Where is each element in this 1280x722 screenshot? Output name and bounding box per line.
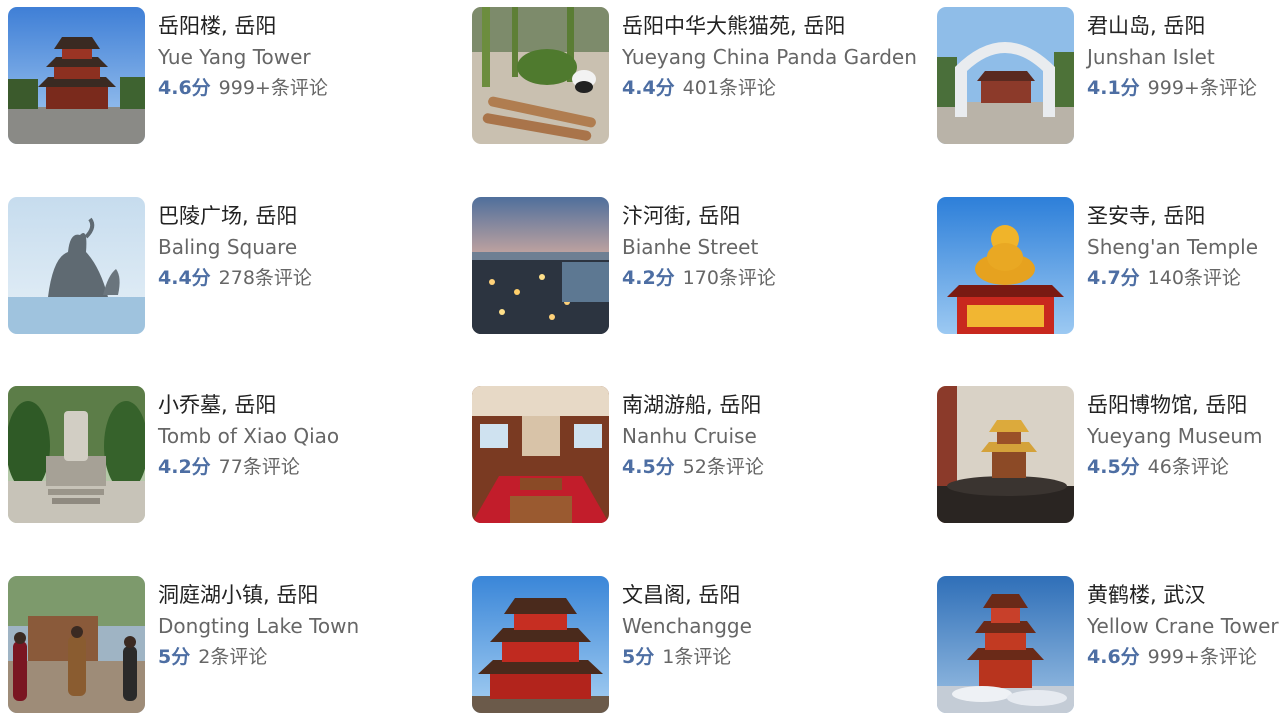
yueyang-tower-image[interactable] bbox=[8, 7, 145, 144]
panda-garden-image[interactable] bbox=[472, 7, 609, 144]
attraction-name-cn: 汴河街, 岳阳 bbox=[622, 204, 741, 228]
rating-score: 4.2分 bbox=[158, 456, 211, 478]
attraction-card[interactable]: 洞庭湖小镇, 岳阳 Dongting Lake Town 5分 2条评论 bbox=[8, 576, 408, 716]
attraction-name-en: Baling Square bbox=[158, 235, 298, 259]
attraction-info: 黄鹤楼, 武汉 Yellow Crane Tower 4.6分 999+条评论 bbox=[1087, 580, 1280, 673]
attraction-name-en: Sheng'an Temple bbox=[1087, 235, 1258, 259]
attraction-grid: 岳阳楼, 岳阳 Yue Yang Tower 4.6分 999+条评论 岳阳中华大… bbox=[0, 0, 1280, 722]
yueyang-museum-image[interactable] bbox=[937, 386, 1074, 523]
rating-score: 5分 bbox=[622, 646, 655, 668]
attraction-name-cn: 岳阳中华大熊猫苑, 岳阳 bbox=[622, 14, 846, 38]
attraction-card[interactable]: 君山岛, 岳阳 Junshan Islet 4.1分 999+条评论 bbox=[937, 7, 1280, 147]
attraction-card[interactable]: 圣安寺, 岳阳 Sheng'an Temple 4.7分 140条评论 bbox=[937, 197, 1280, 337]
rating-score: 4.5分 bbox=[1087, 456, 1140, 478]
attraction-info: 南湖游船, 岳阳 Nanhu Cruise 4.5分 52条评论 bbox=[622, 390, 942, 483]
attraction-name-cn: 巴陵广场, 岳阳 bbox=[158, 204, 298, 228]
attraction-name-en: Yueyang China Panda Garden bbox=[622, 45, 917, 69]
attraction-card[interactable]: 岳阳中华大熊猫苑, 岳阳 Yueyang China Panda Garden … bbox=[472, 7, 917, 147]
review-count: 1条评论 bbox=[662, 646, 732, 668]
review-count: 999+条评论 bbox=[218, 77, 328, 99]
attraction-card[interactable]: 岳阳楼, 岳阳 Yue Yang Tower 4.6分 999+条评论 bbox=[8, 7, 408, 147]
attraction-info: 小乔墓, 岳阳 Tomb of Xiao Qiao 4.2分 77条评论 bbox=[158, 390, 478, 483]
rating-score: 4.6分 bbox=[158, 77, 211, 99]
yellow-crane-tower-image[interactable] bbox=[937, 576, 1074, 713]
attraction-name-en: Yueyang Museum bbox=[1087, 424, 1263, 448]
attraction-card[interactable]: 汴河街, 岳阳 Bianhe Street 4.2分 170条评论 bbox=[472, 197, 872, 337]
attraction-name-en: Junshan Islet bbox=[1087, 45, 1215, 69]
attraction-card[interactable]: 南湖游船, 岳阳 Nanhu Cruise 4.5分 52条评论 bbox=[472, 386, 872, 526]
attraction-card[interactable]: 黄鹤楼, 武汉 Yellow Crane Tower 4.6分 999+条评论 bbox=[937, 576, 1280, 716]
attraction-name-en: Dongting Lake Town bbox=[158, 614, 360, 638]
attraction-card[interactable]: 小乔墓, 岳阳 Tomb of Xiao Qiao 4.2分 77条评论 bbox=[8, 386, 408, 526]
attraction-info: 巴陵广场, 岳阳 Baling Square 4.4分 278条评论 bbox=[158, 201, 478, 294]
attraction-name-en: Nanhu Cruise bbox=[622, 424, 757, 448]
attraction-info: 岳阳楼, 岳阳 Yue Yang Tower 4.6分 999+条评论 bbox=[158, 11, 478, 104]
review-count: 401条评论 bbox=[682, 77, 776, 99]
review-count: 999+条评论 bbox=[1147, 77, 1257, 99]
attraction-info: 岳阳博物馆, 岳阳 Yueyang Museum 4.5分 46条评论 bbox=[1087, 390, 1280, 483]
rating-score: 4.4分 bbox=[622, 77, 675, 99]
attraction-name-en: Yue Yang Tower bbox=[158, 45, 311, 69]
attraction-name-cn: 南湖游船, 岳阳 bbox=[622, 393, 762, 417]
attraction-name-en: Tomb of Xiao Qiao bbox=[158, 424, 340, 448]
rating-score: 5分 bbox=[158, 646, 191, 668]
review-count: 999+条评论 bbox=[1147, 646, 1257, 668]
attraction-card[interactable]: 岳阳博物馆, 岳阳 Yueyang Museum 4.5分 46条评论 bbox=[937, 386, 1280, 526]
baling-square-image[interactable] bbox=[8, 197, 145, 334]
dongting-town-image[interactable] bbox=[8, 576, 145, 713]
wenchangge-image[interactable] bbox=[472, 576, 609, 713]
attraction-info: 岳阳中华大熊猫苑, 岳阳 Yueyang China Panda Garden … bbox=[622, 11, 942, 104]
attraction-name-cn: 岳阳楼, 岳阳 bbox=[158, 14, 277, 38]
attraction-card[interactable]: 巴陵广场, 岳阳 Baling Square 4.4分 278条评论 bbox=[8, 197, 408, 337]
attraction-name-cn: 岳阳博物馆, 岳阳 bbox=[1087, 393, 1248, 417]
junshan-islet-image[interactable] bbox=[937, 7, 1074, 144]
bianhe-street-image[interactable] bbox=[472, 197, 609, 334]
review-count: 52条评论 bbox=[682, 456, 764, 478]
shengan-temple-image[interactable] bbox=[937, 197, 1074, 334]
attraction-info: 圣安寺, 岳阳 Sheng'an Temple 4.7分 140条评论 bbox=[1087, 201, 1280, 294]
attraction-card[interactable]: 文昌阁, 岳阳 Wenchangge 5分 1条评论 bbox=[472, 576, 872, 716]
nanhu-cruise-image[interactable] bbox=[472, 386, 609, 523]
attraction-info: 洞庭湖小镇, 岳阳 Dongting Lake Town 5分 2条评论 bbox=[158, 580, 478, 673]
attraction-name-cn: 洞庭湖小镇, 岳阳 bbox=[158, 583, 319, 607]
attraction-name-en: Yellow Crane Tower bbox=[1087, 614, 1279, 638]
rating-score: 4.5分 bbox=[622, 456, 675, 478]
attraction-name-cn: 黄鹤楼, 武汉 bbox=[1087, 583, 1206, 607]
attraction-info: 君山岛, 岳阳 Junshan Islet 4.1分 999+条评论 bbox=[1087, 11, 1280, 104]
review-count: 170条评论 bbox=[682, 267, 776, 289]
review-count: 46条评论 bbox=[1147, 456, 1229, 478]
attraction-name-cn: 文昌阁, 岳阳 bbox=[622, 583, 741, 607]
review-count: 140条评论 bbox=[1147, 267, 1241, 289]
review-count: 278条评论 bbox=[218, 267, 312, 289]
attraction-info: 文昌阁, 岳阳 Wenchangge 5分 1条评论 bbox=[622, 580, 942, 673]
attraction-name-cn: 小乔墓, 岳阳 bbox=[158, 393, 277, 417]
attraction-name-en: Bianhe Street bbox=[622, 235, 759, 259]
attraction-info: 汴河街, 岳阳 Bianhe Street 4.2分 170条评论 bbox=[622, 201, 942, 294]
rating-score: 4.1分 bbox=[1087, 77, 1140, 99]
attraction-name-cn: 君山岛, 岳阳 bbox=[1087, 14, 1206, 38]
review-count: 77条评论 bbox=[218, 456, 300, 478]
attraction-name-cn: 圣安寺, 岳阳 bbox=[1087, 204, 1206, 228]
rating-score: 4.6分 bbox=[1087, 646, 1140, 668]
rating-score: 4.7分 bbox=[1087, 267, 1140, 289]
attraction-name-en: Wenchangge bbox=[622, 614, 752, 638]
rating-score: 4.4分 bbox=[158, 267, 211, 289]
review-count: 2条评论 bbox=[198, 646, 268, 668]
rating-score: 4.2分 bbox=[622, 267, 675, 289]
xiao-qiao-tomb-image[interactable] bbox=[8, 386, 145, 523]
